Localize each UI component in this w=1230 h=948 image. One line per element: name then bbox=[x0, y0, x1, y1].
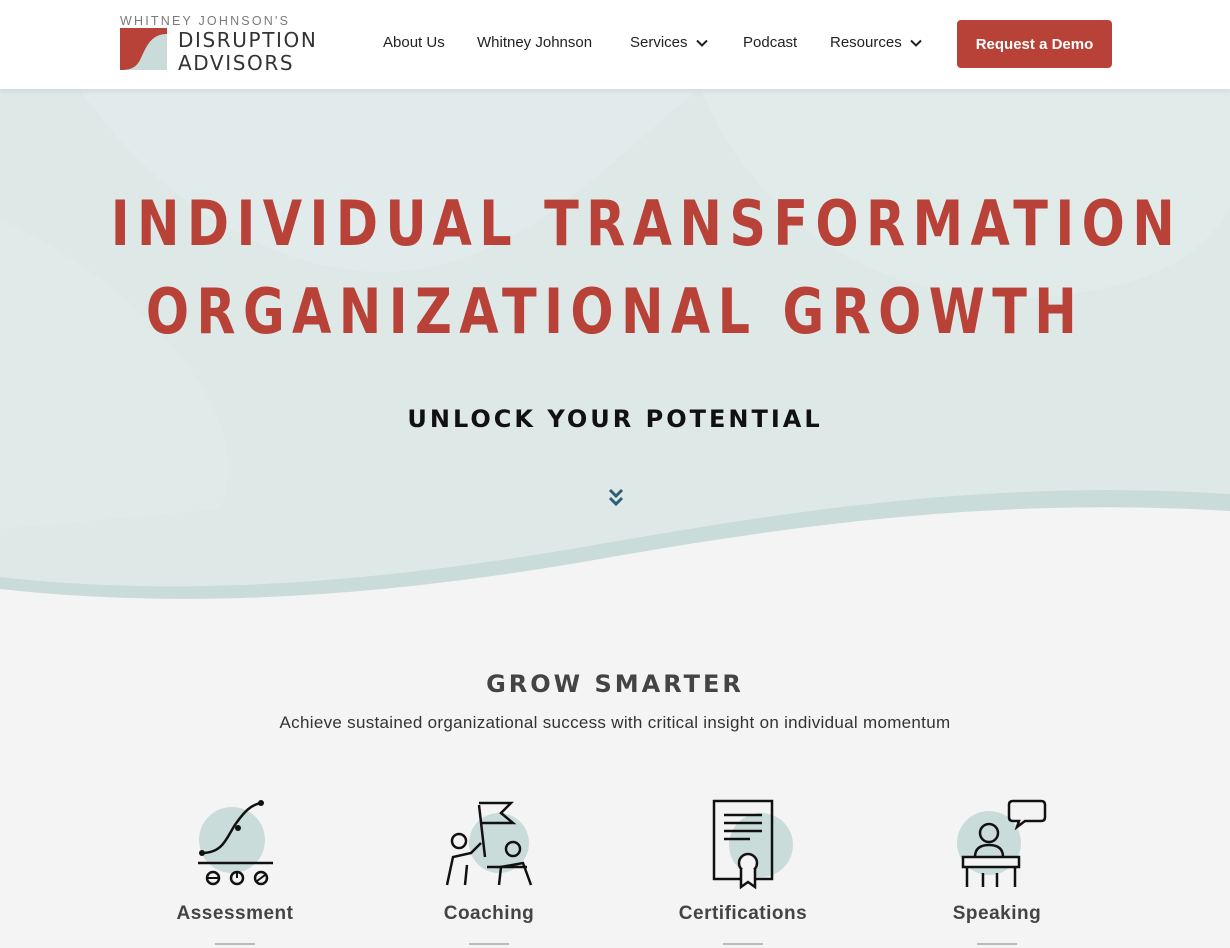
s-curve-chart-icon bbox=[198, 800, 273, 886]
nav-about-us[interactable]: About Us bbox=[383, 34, 445, 51]
service-coaching[interactable]: Coaching bbox=[389, 795, 589, 925]
brand-logo[interactable]: WHITNEY JOHNSON'S DISRUPTION ADVISORS bbox=[120, 14, 320, 75]
nav-label: Services bbox=[630, 34, 688, 51]
nav-podcast[interactable]: Podcast bbox=[743, 34, 797, 51]
hero-section: INDIVIDUAL TRANSFORMATION ORGANIZATIONAL… bbox=[0, 89, 1230, 609]
nav-label: Resources bbox=[830, 34, 902, 51]
flag-team-icon bbox=[445, 801, 533, 886]
hero-background bbox=[0, 89, 1230, 609]
divider bbox=[469, 943, 509, 945]
section-subtitle: Achieve sustained organizational success… bbox=[279, 713, 951, 732]
logo-line-2: ADVISORS bbox=[178, 51, 295, 75]
nav-resources[interactable]: Resources bbox=[830, 34, 922, 51]
section-title: GROW SMARTER bbox=[486, 670, 744, 698]
request-demo-button[interactable]: Request a Demo bbox=[957, 20, 1112, 68]
double-chevron-down-icon[interactable] bbox=[607, 487, 625, 509]
service-certifications[interactable]: Certifications bbox=[643, 795, 843, 925]
divider bbox=[977, 943, 1017, 945]
certificate-icon bbox=[712, 799, 793, 890]
chevron-down-icon bbox=[695, 39, 708, 47]
chevron-down-icon bbox=[909, 39, 922, 47]
site-header: WHITNEY JOHNSON'S DISRUPTION ADVISORS Ab… bbox=[0, 0, 1230, 89]
service-label: Assessment bbox=[176, 903, 294, 924]
service-speaking[interactable]: Speaking bbox=[897, 795, 1097, 925]
logo-mark-icon bbox=[120, 28, 167, 70]
hero-title-line-2: ORGANIZATIONAL GROWTH bbox=[145, 275, 1085, 348]
divider bbox=[215, 943, 255, 945]
logo-line-1: DISRUPTION bbox=[178, 28, 318, 52]
service-assessment[interactable]: Assessment bbox=[135, 795, 335, 925]
divider bbox=[723, 943, 763, 945]
nav-whitney-johnson[interactable]: Whitney Johnson bbox=[477, 34, 592, 51]
nav-label: Podcast bbox=[743, 34, 798, 51]
service-label: Coaching bbox=[443, 903, 535, 924]
nav-services[interactable]: Services bbox=[630, 34, 708, 51]
service-label: Speaking bbox=[952, 903, 1042, 924]
nav-label: Whitney Johnson bbox=[477, 34, 593, 51]
speaker-podium-icon bbox=[957, 799, 1047, 887]
nav-label: About Us bbox=[383, 34, 445, 51]
hero-subtitle: UNLOCK YOUR POTENTIAL bbox=[407, 405, 823, 433]
service-label: Certifications bbox=[678, 903, 808, 924]
hero-title-line-1: INDIVIDUAL TRANSFORMATION bbox=[110, 187, 1183, 260]
logo-top-line: WHITNEY JOHNSON'S bbox=[120, 14, 291, 28]
